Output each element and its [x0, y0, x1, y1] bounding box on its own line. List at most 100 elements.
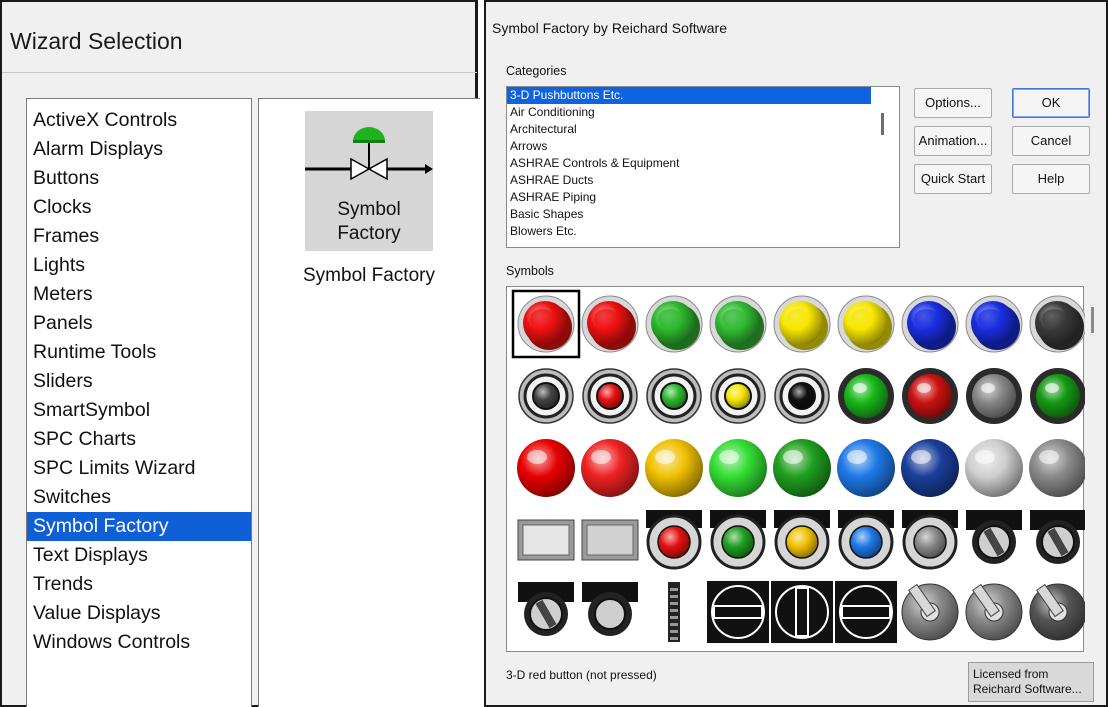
symbol-selector-icon[interactable]	[707, 581, 769, 643]
symbol-key-icon[interactable]	[966, 510, 1022, 564]
symbol-selector-icon[interactable]	[835, 581, 897, 643]
category-item[interactable]: Blowers Etc.	[507, 223, 871, 240]
symbol-pilot-icon[interactable]	[902, 510, 958, 570]
symbol-button3d-icon[interactable]	[1029, 295, 1085, 353]
wizard-item[interactable]: Symbol Factory	[27, 512, 251, 541]
symbol-button3d-icon[interactable]	[965, 295, 1023, 353]
animation-button[interactable]: Animation...	[914, 126, 992, 156]
symbol-sphere-icon[interactable]	[837, 439, 895, 497]
category-item[interactable]: Air Conditioning	[507, 104, 871, 121]
symbol-toggle-icon[interactable]	[1029, 583, 1085, 641]
symbol-sphere-icon[interactable]	[965, 439, 1023, 497]
symbol-pilot-icon[interactable]	[774, 510, 830, 570]
wizard-item[interactable]: Alarm Displays	[27, 135, 251, 164]
wizard-preview-pane: Symbol Factory Symbol Factory	[258, 98, 480, 707]
symbol-ring-icon[interactable]	[646, 368, 702, 424]
symbol-sphere-icon[interactable]	[773, 439, 831, 497]
categories-label: Categories	[506, 64, 567, 78]
symbol-panel-icon[interactable]	[517, 519, 575, 561]
licensed-button[interactable]: Licensed from Reichard Software...	[968, 662, 1094, 702]
symbol-button3d-icon[interactable]	[837, 295, 895, 353]
symbol-sphere-icon[interactable]	[581, 439, 639, 497]
wizard-title: Wizard Selection	[10, 28, 183, 54]
symbol-factory-tile[interactable]: Symbol Factory	[305, 111, 433, 251]
categories-listbox[interactable]: 3-D Pushbuttons Etc. Air Conditioning Arch…	[506, 86, 900, 248]
symbols-label: Symbols	[506, 264, 554, 278]
symbol-sphere-icon[interactable]	[645, 439, 703, 497]
symbols-scroll-thumb[interactable]	[1091, 307, 1094, 333]
category-item[interactable]: ASHRAE Piping	[507, 189, 871, 206]
symbol-led-icon[interactable]	[966, 368, 1022, 424]
category-item[interactable]: 3-D Pushbuttons Etc.	[507, 87, 871, 104]
symbol-ring-icon[interactable]	[710, 368, 766, 424]
tile-label-line2: Factory	[337, 223, 401, 244]
category-item[interactable]: ASHRAE Controls & Equipment	[507, 155, 871, 172]
symbol-sphere-icon[interactable]	[517, 439, 575, 497]
symbol-panel-icon[interactable]	[581, 519, 639, 561]
categories-scroll-thumb[interactable]	[881, 113, 884, 135]
category-item[interactable]: ASHRAE Ducts	[507, 172, 871, 189]
symbol-key-icon[interactable]	[1030, 510, 1085, 564]
wizard-selection-window: Wizard Selection ActiveX Controls Alarm D…	[0, 0, 480, 707]
symbol-ring-icon[interactable]	[582, 368, 638, 424]
symbol-button3d-icon[interactable]	[773, 295, 831, 353]
wizard-item[interactable]: Frames	[27, 222, 251, 251]
wizard-item[interactable]: Meters	[27, 280, 251, 309]
wizard-item[interactable]: Switches	[27, 483, 251, 512]
symbol-ring-icon[interactable]	[774, 368, 830, 424]
categories-scrollbar[interactable]	[871, 87, 899, 247]
options-button[interactable]: Options...	[914, 88, 992, 118]
wizard-item[interactable]: SPC Charts	[27, 425, 251, 454]
category-item[interactable]: Basic Shapes	[507, 206, 871, 223]
symbol-factory-caption: Symbol Factory	[303, 265, 435, 286]
symbol-pilot-icon[interactable]	[838, 510, 894, 570]
category-item[interactable]: Architectural	[507, 121, 871, 138]
symbol-key-icon[interactable]	[518, 582, 574, 636]
wizard-item[interactable]: Panels	[27, 309, 251, 338]
symbol-led-icon[interactable]	[838, 368, 894, 424]
symbol-led-icon[interactable]	[1030, 368, 1085, 424]
wizard-item[interactable]: Runtime Tools	[27, 338, 251, 367]
symbol-led-icon[interactable]	[902, 368, 958, 424]
wizard-item[interactable]: Lights	[27, 251, 251, 280]
wizard-item[interactable]: Buttons	[27, 164, 251, 193]
cancel-button[interactable]: Cancel	[1012, 126, 1090, 156]
symbol-selector-v-icon[interactable]	[771, 581, 833, 643]
wizard-item[interactable]: Windows Controls	[27, 628, 251, 657]
symbol-button3d-icon[interactable]	[517, 295, 575, 353]
symbol-button3d-icon[interactable]	[709, 295, 767, 353]
wizard-item[interactable]: Value Displays	[27, 599, 251, 628]
symbol-description: 3-D red button (not pressed)	[506, 668, 657, 682]
wizard-item[interactable]: Trends	[27, 570, 251, 599]
wizard-category-list[interactable]: ActiveX Controls Alarm Displays Buttons Clo…	[26, 98, 252, 707]
symbol-button3d-icon[interactable]	[581, 295, 639, 353]
symbol-pilot-icon[interactable]	[710, 510, 766, 570]
symbol-slim-icon[interactable]	[668, 582, 680, 642]
symbol-ring-icon[interactable]	[518, 368, 574, 424]
symbol-toggle-icon[interactable]	[965, 583, 1023, 641]
symbol-button3d-icon[interactable]	[901, 295, 959, 353]
symbol-sphere-icon[interactable]	[1029, 439, 1085, 497]
quick-start-button[interactable]: Quick Start	[914, 164, 992, 194]
wizard-item[interactable]: Text Displays	[27, 541, 251, 570]
help-button[interactable]: Help	[1012, 164, 1090, 194]
wizard-item[interactable]: ActiveX Controls	[27, 106, 251, 135]
symbol-button3d-icon[interactable]	[645, 295, 703, 353]
symbol-sphere-icon[interactable]	[901, 439, 959, 497]
tile-label-line1: Symbol	[337, 199, 401, 220]
symbols-canvas	[511, 289, 1085, 643]
symbol-factory-dialog: Symbol Factory by Reichard Software Cate…	[484, 0, 1108, 707]
symbol-sphere-icon[interactable]	[709, 439, 767, 497]
symbol-toggle-icon[interactable]	[901, 583, 959, 641]
symbol-keyround-icon[interactable]	[582, 582, 638, 636]
wizard-item[interactable]: Clocks	[27, 193, 251, 222]
wizard-item[interactable]: Sliders	[27, 367, 251, 396]
title-divider	[2, 72, 477, 73]
symbols-grid[interactable]	[506, 286, 1094, 652]
ok-button[interactable]: OK	[1012, 88, 1090, 118]
wizard-item[interactable]: SmartSymbol	[27, 396, 251, 425]
wizard-item[interactable]: SPC Limits Wizard	[27, 454, 251, 483]
valve-icon	[305, 127, 433, 181]
symbol-pilot-icon[interactable]	[646, 510, 702, 570]
category-item[interactable]: Arrows	[507, 138, 871, 155]
